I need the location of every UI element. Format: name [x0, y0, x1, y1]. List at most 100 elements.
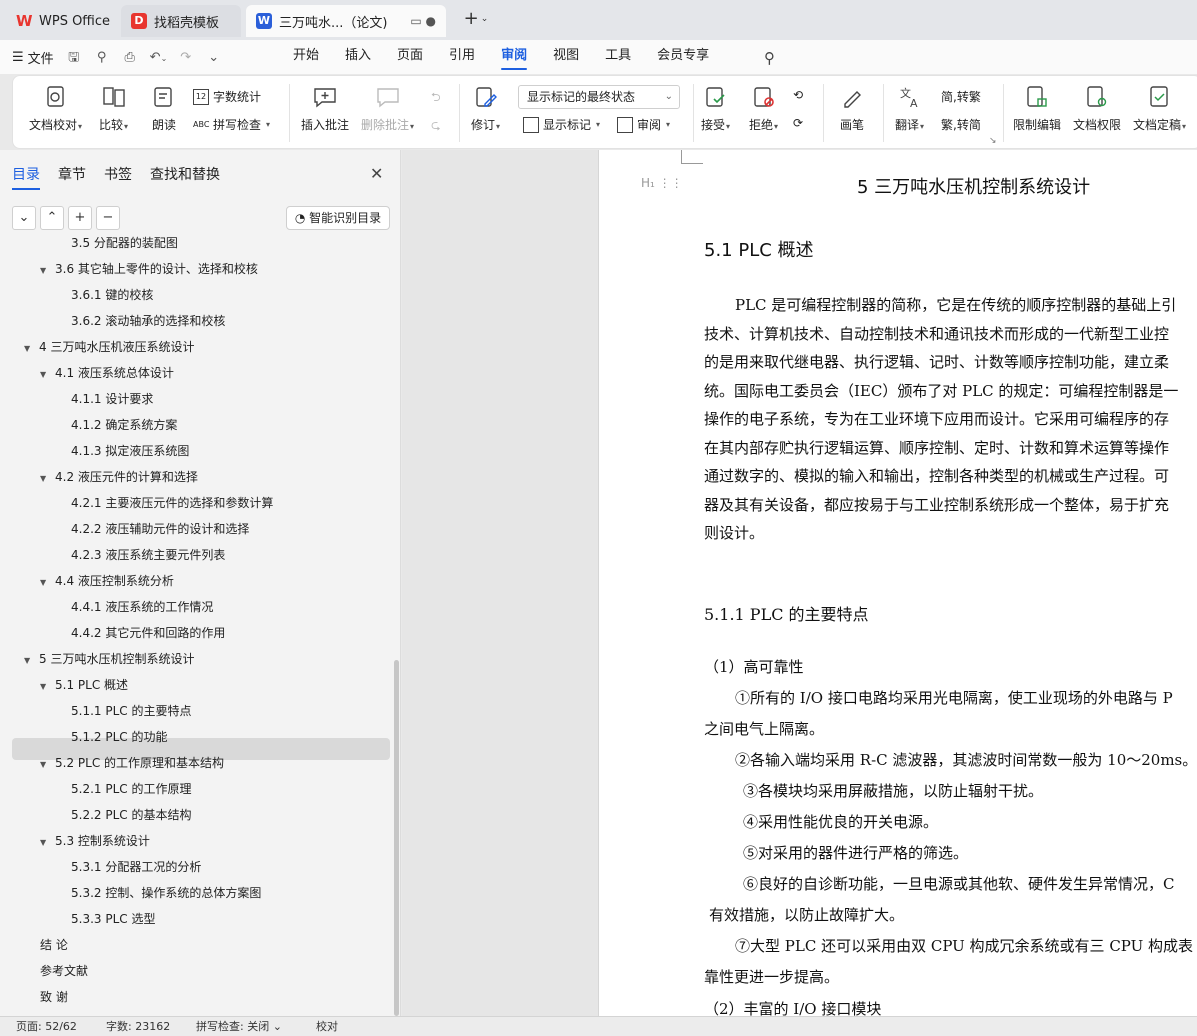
next-comment-icon[interactable]: ⮎ — [431, 116, 441, 137]
word-count-button[interactable]: 12 字数统计 — [193, 88, 261, 105]
toc-item[interactable]: 5.3.3 PLC 选型 — [71, 908, 155, 930]
smart-toc-button[interactable]: ◔ 智能识别目录 — [286, 206, 390, 230]
expand-arrow-icon[interactable]: ▼ — [40, 832, 52, 854]
redo-icon[interactable]: ↷ — [178, 50, 194, 66]
toc-item[interactable]: 3.6.2 滚动轴承的选择和校核 — [71, 310, 225, 332]
toc-item[interactable]: 5.3.1 分配器工况的分析 — [71, 856, 201, 878]
toc-item[interactable]: 4.4.2 其它元件和回路的作用 — [71, 622, 225, 644]
toc-scrollbar[interactable] — [394, 660, 399, 1016]
menu-tab[interactable]: 会员专享 — [644, 40, 722, 74]
menu-tab[interactable]: 审阅 — [488, 40, 540, 74]
toc-item[interactable]: ▼ 4 三万吨水压机液压系统设计 — [24, 336, 194, 358]
show-markup-button[interactable]: 显示标记 ▾ — [523, 116, 600, 133]
delete-comment-button[interactable]: 删除批注▾ — [361, 84, 414, 133]
read-aloud-button[interactable]: 朗读 — [151, 84, 177, 133]
toc-item[interactable]: 5.3.2 控制、操作系统的总体方案图 — [71, 882, 261, 904]
spell-check-indicator[interactable]: 拼写检查: 关闭 ⌄ — [196, 1017, 282, 1036]
close-icon[interactable]: ✕ — [370, 164, 383, 183]
review-pane-button[interactable]: 审阅 ▾ — [617, 116, 670, 133]
reject-button[interactable]: 拒绝▾ — [749, 84, 778, 133]
doc-finalize-button[interactable]: 文档定稿▾ — [1133, 84, 1186, 133]
expand-arrow-icon[interactable]: ▼ — [40, 260, 52, 282]
toc-item[interactable]: ▼ 5.3 控制系统设计 — [40, 830, 150, 852]
page-indicator[interactable]: 页面: 52/62 — [16, 1017, 77, 1036]
accept-button[interactable]: 接受▾ — [701, 84, 730, 133]
tab-document[interactable]: W 三万吨水...（论文) ▭ ● — [246, 5, 446, 37]
toc-item[interactable]: 4.2.2 液压辅助元件的设计和选择 — [71, 518, 249, 540]
toc-item[interactable]: 致 谢 — [40, 986, 68, 1008]
markup-state-select[interactable]: 显示标记的最终状态 ⌄ — [518, 85, 680, 109]
toc-item[interactable]: 4.4.1 液压系统的工作情况 — [71, 596, 213, 618]
toc-item[interactable]: 参考文献 — [40, 960, 88, 982]
toc-item[interactable]: ▼ 5.2 PLC 的工作原理和基本结构 — [40, 752, 224, 774]
proofread-indicator[interactable]: 校对 — [316, 1017, 338, 1036]
toc-item[interactable]: ▼ 3.6 其它轴上零件的设计、选择和校核 — [40, 258, 258, 280]
next-change-icon[interactable]: ⟳ — [793, 116, 803, 130]
doc-check-button[interactable]: 文档校对▾ — [29, 84, 82, 133]
menu-tab[interactable]: 工具 — [592, 40, 644, 74]
toc-item[interactable]: ▼ 5 三万吨水压机控制系统设计 — [24, 648, 194, 670]
nav-tab[interactable]: 书签 — [104, 164, 132, 184]
nav-tab[interactable]: 查找和替换 — [150, 164, 220, 184]
pen-button[interactable]: 画笔 — [839, 84, 865, 133]
toc-item[interactable]: ▼ 4.2 液压元件的计算和选择 — [40, 466, 198, 488]
collapse-all-button[interactable]: ⌄ — [12, 206, 36, 230]
compare-button[interactable]: 比较▾ — [99, 84, 128, 133]
toc-item[interactable]: 4.1.3 拟定液压系统图 — [71, 440, 189, 462]
share-icon[interactable]: ⚲ — [94, 50, 110, 66]
toc-item[interactable]: 4.1.2 确定系统方案 — [71, 414, 177, 436]
toc-item[interactable]: ▼ 4.1 液压系统总体设计 — [40, 362, 174, 384]
menu-tab[interactable]: 引用 — [436, 40, 488, 74]
search-icon[interactable]: ⚲ — [764, 49, 775, 67]
previous-change-icon[interactable]: ⟲ — [793, 88, 803, 102]
nav-tab[interactable]: 章节 — [58, 164, 86, 184]
file-menu[interactable]: ☰ 文件 — [12, 48, 54, 67]
insert-comment-button[interactable]: 插入批注 — [301, 84, 349, 133]
save-icon[interactable]: 🖫 — [66, 50, 82, 66]
toc-item[interactable]: 4.2.3 液压系统主要元件列表 — [71, 544, 225, 566]
expand-arrow-icon[interactable]: ▼ — [40, 468, 52, 490]
to-traditional-button[interactable]: 简,转繁 — [941, 88, 981, 105]
toc-item[interactable]: 4.2.1 主要液压元件的选择和参数计算 — [71, 492, 273, 514]
toc-item[interactable]: 5.1.1 PLC 的主要特点 — [71, 700, 191, 722]
nav-tab[interactable]: 目录 — [12, 164, 40, 190]
print-preview-icon[interactable]: ⎙ — [122, 50, 138, 66]
word-count-indicator[interactable]: 字数: 23162 — [106, 1017, 170, 1036]
expand-arrow-icon[interactable]: ▼ — [40, 754, 52, 776]
expand-arrow-icon[interactable]: ▼ — [40, 364, 52, 386]
tab-template[interactable]: D 找稻壳模板 — [121, 5, 241, 37]
toc-item[interactable]: ▼ 5.1 PLC 概述 — [40, 674, 128, 696]
restrict-edit-button[interactable]: 限制编辑 — [1013, 84, 1061, 133]
toc-item[interactable]: 5.1.2 PLC 的功能 — [71, 726, 167, 748]
to-simplified-button[interactable]: 繁,转简 — [941, 116, 981, 133]
translate-button[interactable]: 文A 翻译▾ — [895, 84, 924, 133]
remove-heading-button[interactable]: − — [96, 206, 120, 230]
toc-item[interactable]: 5.2.1 PLC 的工作原理 — [71, 778, 191, 800]
expand-up-button[interactable]: ⌃ — [40, 206, 64, 230]
previous-comment-icon[interactable]: ⮌ — [431, 88, 441, 109]
spell-check-button[interactable]: ABC 拼写检查 ▾ — [193, 116, 270, 133]
toc-item[interactable]: 结 论 — [40, 934, 68, 956]
undo-icon[interactable]: ↶⌄ — [150, 50, 168, 66]
menu-tab[interactable]: 插入 — [332, 40, 384, 74]
expand-group-icon[interactable]: ↘ — [989, 136, 997, 146]
expand-arrow-icon[interactable]: ▼ — [24, 650, 36, 672]
tab-options-icon[interactable]: ▭ ● — [410, 14, 436, 28]
heading-drag-handle-icon[interactable]: H₁ ⋮⋮ — [641, 176, 683, 190]
toc-item[interactable]: 4.1.1 设计要求 — [71, 388, 153, 410]
toc-item[interactable]: 3.6.1 键的校核 — [71, 284, 153, 306]
expand-arrow-icon[interactable]: ▼ — [40, 676, 52, 698]
new-tab-button[interactable]: + ⌄ — [458, 8, 494, 32]
tab-wps-office[interactable]: W WPS Office — [6, 5, 116, 37]
menu-tab[interactable]: 页面 — [384, 40, 436, 74]
doc-permission-button[interactable]: 文档权限 — [1073, 84, 1121, 133]
toc-item[interactable]: ▼ 4.4 液压控制系统分析 — [40, 570, 174, 592]
toc-item[interactable]: 3.5 分配器的装配图 — [71, 236, 178, 254]
more-chevron-icon[interactable]: ⌄ — [206, 50, 222, 66]
document-page[interactable]: H₁ ⋮⋮ 5 三万吨水压机控制系统设计 5.1 PLC 概述 PLC 是可编程… — [598, 150, 1197, 1016]
toc-item[interactable]: 5.2.2 PLC 的基本结构 — [71, 804, 191, 826]
expand-arrow-icon[interactable]: ▼ — [40, 572, 52, 594]
menu-tab[interactable]: 开始 — [280, 40, 332, 74]
add-heading-button[interactable]: + — [68, 206, 92, 230]
menu-tab[interactable]: 视图 — [540, 40, 592, 74]
